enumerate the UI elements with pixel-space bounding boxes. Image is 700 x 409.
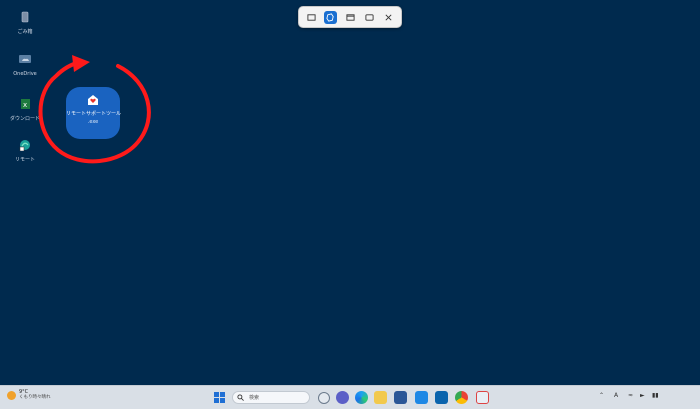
rectangle-mode-button[interactable]: [305, 11, 318, 24]
copilot-icon[interactable]: [318, 392, 330, 404]
svg-text:x: x: [23, 101, 27, 109]
close-icon: [385, 13, 392, 21]
remote-support-tool-label: リモートサポートツール: [66, 111, 122, 117]
weather-condition: くもり時々晴れ: [19, 395, 51, 400]
taskbar-search[interactable]: 検索: [232, 391, 310, 404]
taskbar: 9°C くもり時々晴れ 検索 ⌃ A ≈ ► ▮▮: [0, 385, 700, 409]
red-circle-annotation: [38, 55, 151, 164]
chevron-up-icon[interactable]: ⌃: [599, 392, 604, 399]
close-button[interactable]: [382, 11, 395, 24]
battery-icon[interactable]: ▮▮: [652, 392, 659, 399]
edge-shortcut-icon: [19, 140, 30, 152]
chrome-icon[interactable]: [455, 391, 468, 404]
search-placeholder: 検索: [249, 395, 260, 401]
volume-icon[interactable]: ►: [640, 392, 645, 399]
desktop-icon-remote[interactable]: リモート: [8, 136, 42, 163]
window-mode-button[interactable]: [344, 11, 357, 24]
desktop-icon-label: ごみ箱: [17, 29, 33, 35]
desktop-icon-label: リモート: [14, 157, 35, 163]
window-icon: [345, 13, 355, 21]
remote-support-tool-icon[interactable]: リモートサポートツール .exe: [66, 87, 122, 139]
desktop-icon-recycle-bin[interactable]: ごみ箱: [8, 8, 42, 35]
desktop-icon-onedrive[interactable]: OneDrive: [8, 50, 42, 77]
wifi-icon[interactable]: ≈: [628, 392, 633, 399]
outlook-icon[interactable]: [435, 391, 448, 404]
store-icon[interactable]: [394, 391, 407, 404]
edge-icon[interactable]: [355, 391, 368, 404]
freeform-mode-button[interactable]: [324, 10, 338, 24]
freeform-icon: [326, 12, 334, 22]
desktop-icon-label: OneDrive: [13, 71, 37, 77]
desktop-icon-label: ダウンロード: [9, 116, 40, 122]
search-icon: [237, 394, 244, 401]
desktop-icon-download[interactable]: x ダウンロード: [8, 95, 42, 122]
snipping-tool-icon[interactable]: [476, 391, 489, 404]
fullscreen-mode-button[interactable]: [363, 11, 376, 24]
remote-support-tool-extension: .exe: [87, 119, 99, 125]
arrowhead-icon: [72, 55, 90, 72]
chat-icon[interactable]: [336, 391, 349, 404]
weather-widget[interactable]: 9°C くもり時々晴れ: [7, 389, 51, 401]
recycle-bin-icon: [21, 11, 29, 23]
fullscreen-icon: [365, 13, 374, 21]
mail-icon[interactable]: [415, 391, 428, 404]
excel-file-icon: x: [21, 99, 30, 109]
sun-cloud-icon: [7, 390, 16, 400]
start-button[interactable]: [213, 391, 226, 404]
ime-indicator[interactable]: A: [614, 392, 618, 399]
snip-toolbar: [298, 6, 402, 28]
onedrive-icon: [19, 55, 31, 63]
file-explorer-icon[interactable]: [374, 391, 387, 404]
rectangle-icon: [307, 13, 316, 21]
remote-support-app-icon: [88, 95, 98, 105]
